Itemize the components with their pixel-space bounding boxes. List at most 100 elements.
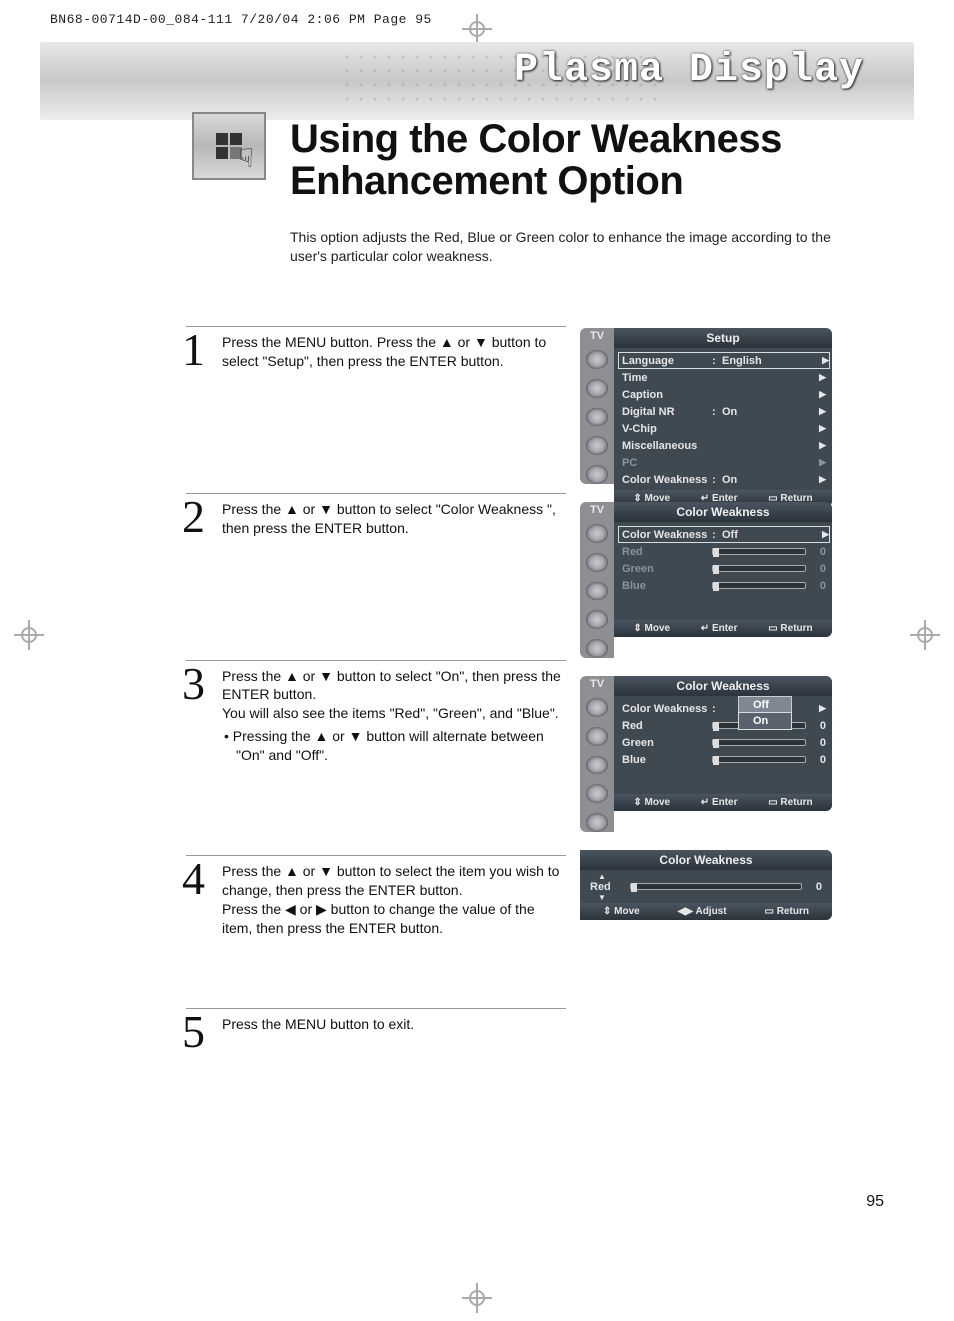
- chevron-right-icon: ▶: [819, 372, 826, 383]
- osd-sidebar: TV: [580, 328, 614, 484]
- step-4: 4 Press the ▲ or ▼ button to select the …: [186, 855, 566, 938]
- chevron-right-icon: ▶: [819, 703, 826, 714]
- sidebar-icon: [586, 813, 608, 832]
- slider-value: 0: [810, 720, 826, 732]
- hand-icon: ☟: [238, 143, 254, 174]
- sidebar-icon: [586, 784, 608, 803]
- print-header: BN68-00714D-00_084-111 7/20/04 2:06 PM P…: [50, 12, 432, 27]
- menu-label: Green: [622, 563, 712, 575]
- slider-thumb[interactable]: [713, 722, 719, 731]
- chevron-right-icon: ▶: [819, 406, 826, 417]
- step-number: 5: [182, 1009, 205, 1055]
- menu-row[interactable]: Green 0: [622, 560, 826, 577]
- slider-value: 0: [806, 881, 822, 893]
- slider-track[interactable]: [712, 548, 806, 555]
- menu-label: Language: [622, 355, 712, 367]
- menu-label: V-Chip: [622, 423, 712, 435]
- menu-row[interactable]: Blue0: [622, 751, 826, 768]
- slider-thumb[interactable]: [713, 582, 719, 591]
- slider-value: 0: [810, 546, 826, 558]
- menu-label: Time: [622, 372, 712, 384]
- slider-thumb[interactable]: [713, 756, 719, 765]
- off-on-dropdown[interactable]: Off On: [738, 696, 792, 730]
- step-5: 5 Press the MENU button to exit.: [186, 1008, 566, 1038]
- slider-thumb[interactable]: [713, 739, 719, 748]
- slider-track[interactable]: [712, 582, 806, 589]
- menu-row[interactable]: Time ▶: [622, 369, 826, 386]
- slider-thumb[interactable]: [713, 548, 719, 557]
- step-2: 2 Press the ▲ or ▼ button to select "Col…: [186, 493, 566, 538]
- menu-row[interactable]: Green0: [622, 734, 826, 751]
- osd-footer: ⇕ Move ◀▶ Adjust ▭ Return: [580, 903, 832, 920]
- sidebar-icon: [586, 582, 608, 601]
- sidebar-icon: [586, 379, 608, 398]
- menu-value: On: [722, 474, 826, 486]
- sidebar-icon: [586, 408, 608, 427]
- menu-value: Off: [722, 529, 826, 541]
- menu-label: Caption: [622, 389, 712, 401]
- slider-thumb[interactable]: [713, 565, 719, 574]
- slider-track[interactable]: [712, 739, 806, 746]
- step-number: 1: [182, 327, 205, 373]
- chevron-right-icon: ▶: [819, 423, 826, 434]
- menu-value: On: [722, 406, 826, 418]
- sidebar-icon: [586, 436, 608, 455]
- sidebar-icon: [586, 698, 608, 717]
- registration-mark-right: [910, 620, 940, 650]
- menu-label: Miscellaneous: [622, 440, 712, 452]
- menu-row[interactable]: Miscellaneous ▶: [622, 437, 826, 454]
- osd-color-weakness-menu: TV Color Weakness Color Weakness:Off▶Red…: [580, 502, 832, 658]
- menu-row[interactable]: Color Weakness:Off▶: [618, 526, 830, 543]
- menu-row[interactable]: Blue 0: [622, 577, 826, 594]
- sidebar-icon: [586, 727, 608, 746]
- document-title: Plasma Display: [514, 48, 864, 93]
- menu-row[interactable]: PC ▶: [622, 454, 826, 471]
- adjust-label: Red: [590, 881, 611, 893]
- dropdown-option-off[interactable]: Off: [739, 697, 791, 713]
- menu-label: Color Weakness: [622, 474, 712, 486]
- menu-label: Blue: [622, 580, 712, 592]
- slider-value: 0: [810, 563, 826, 575]
- osd-footer: ⇕ Move ↵ Enter ▭ Return: [614, 794, 832, 811]
- menu-label: PC: [622, 457, 712, 469]
- slider-track[interactable]: [630, 883, 802, 890]
- slider-track[interactable]: [712, 756, 806, 763]
- menu-row[interactable]: Color Weakness:On▶: [622, 471, 826, 488]
- slider-value: 0: [810, 580, 826, 592]
- menu-row[interactable]: V-Chip ▶: [622, 420, 826, 437]
- slider-value: 0: [810, 754, 826, 766]
- tv-label: TV: [590, 330, 604, 342]
- page-number: 95: [866, 1193, 884, 1211]
- down-arrow-icon: ▼: [598, 893, 606, 902]
- sidebar-icon: [586, 350, 608, 369]
- menu-label: Red: [622, 720, 712, 732]
- slider-track[interactable]: [712, 565, 806, 572]
- menu-row[interactable]: Digital NR:On▶: [622, 403, 826, 420]
- menu-label: Color Weakness: [622, 703, 712, 715]
- osd-setup-menu: TV Setup Language:English▶Time▶Caption▶D…: [580, 328, 832, 484]
- sidebar-icon: [586, 465, 608, 484]
- slider-thumb[interactable]: [631, 883, 637, 892]
- menu-label: Green: [622, 737, 712, 749]
- chevron-right-icon: ▶: [819, 457, 826, 468]
- menu-row[interactable]: Caption▶: [622, 386, 826, 403]
- menu-row[interactable]: Color Weakness:▶: [622, 700, 826, 717]
- dropdown-option-on[interactable]: On: [738, 712, 792, 730]
- step-text: Press the ▲ or ▼ button to select the it…: [222, 862, 566, 938]
- page-heading: Using the Color Weakness Enhancement Opt…: [290, 118, 884, 202]
- sidebar-icon: [586, 756, 608, 775]
- sidebar-icon: [586, 553, 608, 572]
- osd-sidebar: TV: [580, 502, 614, 658]
- tv-label: TV: [590, 678, 604, 690]
- menu-label: Color Weakness: [622, 529, 712, 541]
- menu-row[interactable]: Language:English▶: [618, 352, 830, 369]
- step-number: 4: [182, 856, 205, 902]
- intro-text: This option adjusts the Red, Blue or Gre…: [290, 228, 850, 266]
- menu-row[interactable]: Red 0: [622, 717, 826, 734]
- osd-adjust-bar: Color Weakness ▲ Red ▼ 0 ⇕ Move ◀▶ Adjus…: [580, 850, 832, 920]
- chevron-right-icon: ▶: [819, 474, 826, 485]
- step-text: Press the ▲ or ▼ button to select "Color…: [222, 500, 566, 538]
- osd-color-weakness-dropdown: TV Color Weakness Color Weakness:▶ Red 0 Gr…: [580, 676, 832, 832]
- chevron-right-icon: ▶: [819, 440, 826, 451]
- menu-row[interactable]: Red0: [622, 543, 826, 560]
